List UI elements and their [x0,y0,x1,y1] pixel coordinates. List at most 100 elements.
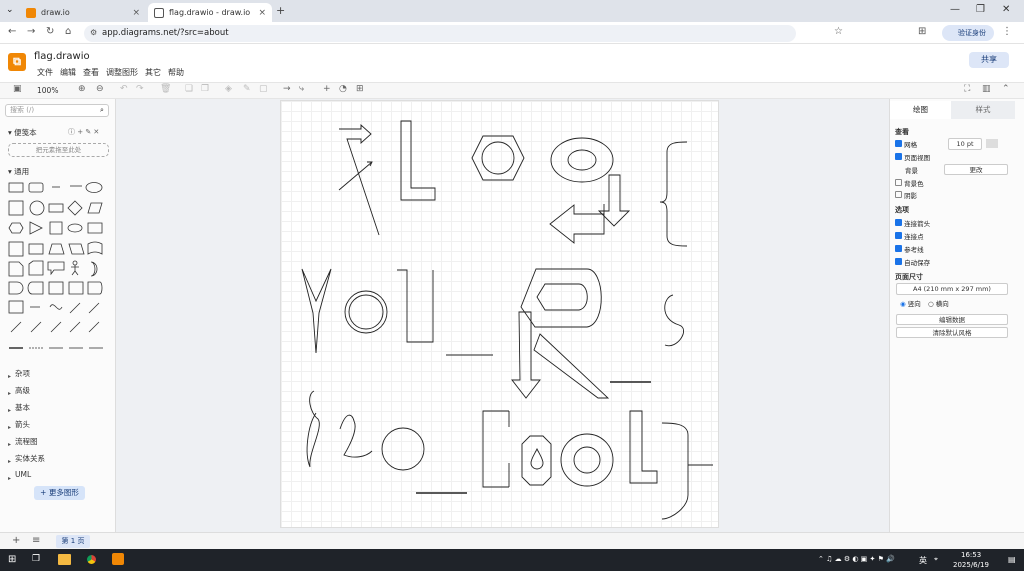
checkbox-icon [895,232,902,239]
close-icon[interactable]: × [258,8,266,18]
landscape-radio[interactable]: ○ 横向 [928,298,949,308]
connection-arrows-checkbox[interactable]: 连接箭头 [895,218,930,228]
reload-icon[interactable]: ↻ [46,26,54,37]
section-scratchpad[interactable]: ▾ 便笺本 [8,127,37,138]
page-view-checkbox[interactable]: 页面视图 [895,152,930,162]
diagram-drawing[interactable] [280,100,719,528]
drawio-app-icon[interactable] [112,553,124,565]
forward-icon[interactable]: → [27,26,35,37]
menu-file[interactable]: 文件 [37,67,53,78]
fill-color-icon[interactable]: ◈ [225,84,232,94]
category-misc[interactable]: 杂项 [15,368,30,379]
category-advanced[interactable]: 高级 [15,385,30,396]
drawio-logo-icon: ⧉ [8,53,26,71]
shape-palette[interactable] [6,178,110,356]
chrome-icon[interactable] [85,553,98,566]
redo-icon[interactable]: ↷ [136,84,144,94]
format-panel-icon[interactable]: ▣ [13,84,22,94]
category-basic[interactable]: 基本 [15,402,30,413]
share-button[interactable]: 共享 [969,52,1009,68]
portrait-radio[interactable]: ◉ 竖向 [900,298,921,308]
system-tray-icons[interactable]: ⌃ ♫ ☁ ⚙ ◐ ▣ ✦ ⚑ 🔊 [818,555,895,563]
section-general[interactable]: ▾ 通用 [8,166,29,177]
grid-size-input[interactable]: 10 pt [948,138,982,150]
fullscreen-icon[interactable]: ⛶ [964,84,970,94]
category-arrows[interactable]: 箭头 [15,419,30,430]
minimize-icon[interactable]: — [950,4,960,15]
new-tab-button[interactable]: + [276,4,285,17]
category-er[interactable]: 实体关系 [15,453,45,464]
grid-color-swatch[interactable] [986,139,998,148]
tab-drawio[interactable]: draw.io × [20,3,146,22]
menu-edit[interactable]: 编辑 [60,67,76,78]
tab-flag-drawio[interactable]: flag.drawio - draw.io × [148,3,272,22]
more-shapes-button[interactable]: + 更多图形 [34,486,85,500]
autosave-checkbox[interactable]: 自动保存 [895,257,930,267]
notifications-icon[interactable]: ▤ [1008,555,1016,564]
add-page-icon[interactable]: + [12,535,20,546]
paper-size-select[interactable]: A4 (210 mm x 297 mm) [896,283,1008,295]
tab-list-button[interactable]: ⌄ [6,5,14,15]
shadow-icon[interactable]: ▢ [259,84,268,94]
document-title[interactable]: flag.drawio [34,51,90,62]
radio-icon: ○ [928,300,934,308]
radio-label: 竖向 [907,300,921,308]
task-view-icon[interactable]: ❐ [32,554,40,564]
collapse-icon[interactable]: ⌃ [1002,84,1010,94]
tab-style[interactable]: 样式 [951,101,1015,119]
waypoints-icon[interactable]: ⤷ [299,84,304,94]
category-uml[interactable]: UML [15,470,31,479]
zoom-in-icon[interactable]: ⊕ [78,84,86,94]
ime-indicator[interactable]: 英 [919,555,927,566]
maximize-icon[interactable]: ❐ [976,4,985,15]
to-front-icon[interactable]: ❏ [185,84,193,94]
pages-menu-icon[interactable]: ≡ [32,535,40,546]
zoom-select[interactable]: 100% [37,86,58,95]
tab-diagram[interactable]: 绘图 [890,101,951,119]
extensions-icon[interactable]: ⊞ [918,26,926,37]
close-window-icon[interactable]: ✕ [1002,4,1010,15]
checkbox-icon [895,245,902,252]
scratchpad-drop-area[interactable]: 把元素拖至此处 [8,143,109,157]
toolbar [0,82,1024,99]
address-bar[interactable]: app.diagrams.net/?src=about [84,25,796,42]
clock-date[interactable]: 2025/6/19 [953,561,989,569]
insert-icon[interactable]: + [323,84,331,94]
close-icon[interactable]: × [132,8,140,18]
clock-time[interactable]: 16:53 [961,551,981,559]
scratchpad-actions[interactable]: ⓘ + ✎ ✕ [68,127,99,137]
shape-search-input[interactable]: 搜索 (/) [5,104,109,117]
menu-kebab-icon[interactable]: ⋮ [1002,26,1012,37]
category-flowchart[interactable]: 流程图 [15,436,38,447]
network-icon[interactable]: ⌖ [934,555,938,564]
guides-checkbox[interactable]: 参考线 [895,244,924,254]
menu-help[interactable]: 帮助 [168,67,184,78]
bg-color-checkbox[interactable]: 背景色 [895,178,924,188]
to-back-icon[interactable]: ❐ [201,84,209,94]
zoom-out-icon[interactable]: ⊖ [96,84,104,94]
change-background-button[interactable]: 更改 [944,164,1008,175]
shapes-icon[interactable]: ◔ [339,84,347,94]
connection-icon[interactable]: → [283,84,291,94]
grid-checkbox[interactable]: 网格 [895,139,917,149]
table-icon[interactable]: ⊞ [356,84,364,94]
menu-arrange[interactable]: 调整图形 [106,67,138,78]
file-explorer-icon[interactable] [58,554,71,565]
toggle-panel-icon[interactable]: ▥ [982,84,991,94]
site-info-icon[interactable]: ⚙ [90,28,97,37]
start-icon[interactable]: ⊞ [8,554,16,565]
connection-points-checkbox[interactable]: 连接点 [895,231,924,241]
edit-data-button[interactable]: 编辑数据 [896,314,1008,325]
delete-icon[interactable]: 🗑 [160,84,171,94]
home-icon[interactable]: ⌂ [65,26,71,37]
profile-button[interactable]: 验证身份 [942,25,994,41]
undo-icon[interactable]: ↶ [120,84,128,94]
bookmark-star-icon[interactable]: ☆ [834,26,843,37]
back-icon[interactable]: ← [8,26,16,37]
line-color-icon[interactable]: ✎ [243,84,251,94]
clear-default-style-button[interactable]: 清除默认风格 [896,327,1008,338]
shadow-checkbox[interactable]: 阴影 [895,190,917,200]
menu-extras[interactable]: 其它 [145,67,161,78]
page-tab[interactable]: 第 1 页 [56,535,90,548]
menu-view[interactable]: 查看 [83,67,99,78]
